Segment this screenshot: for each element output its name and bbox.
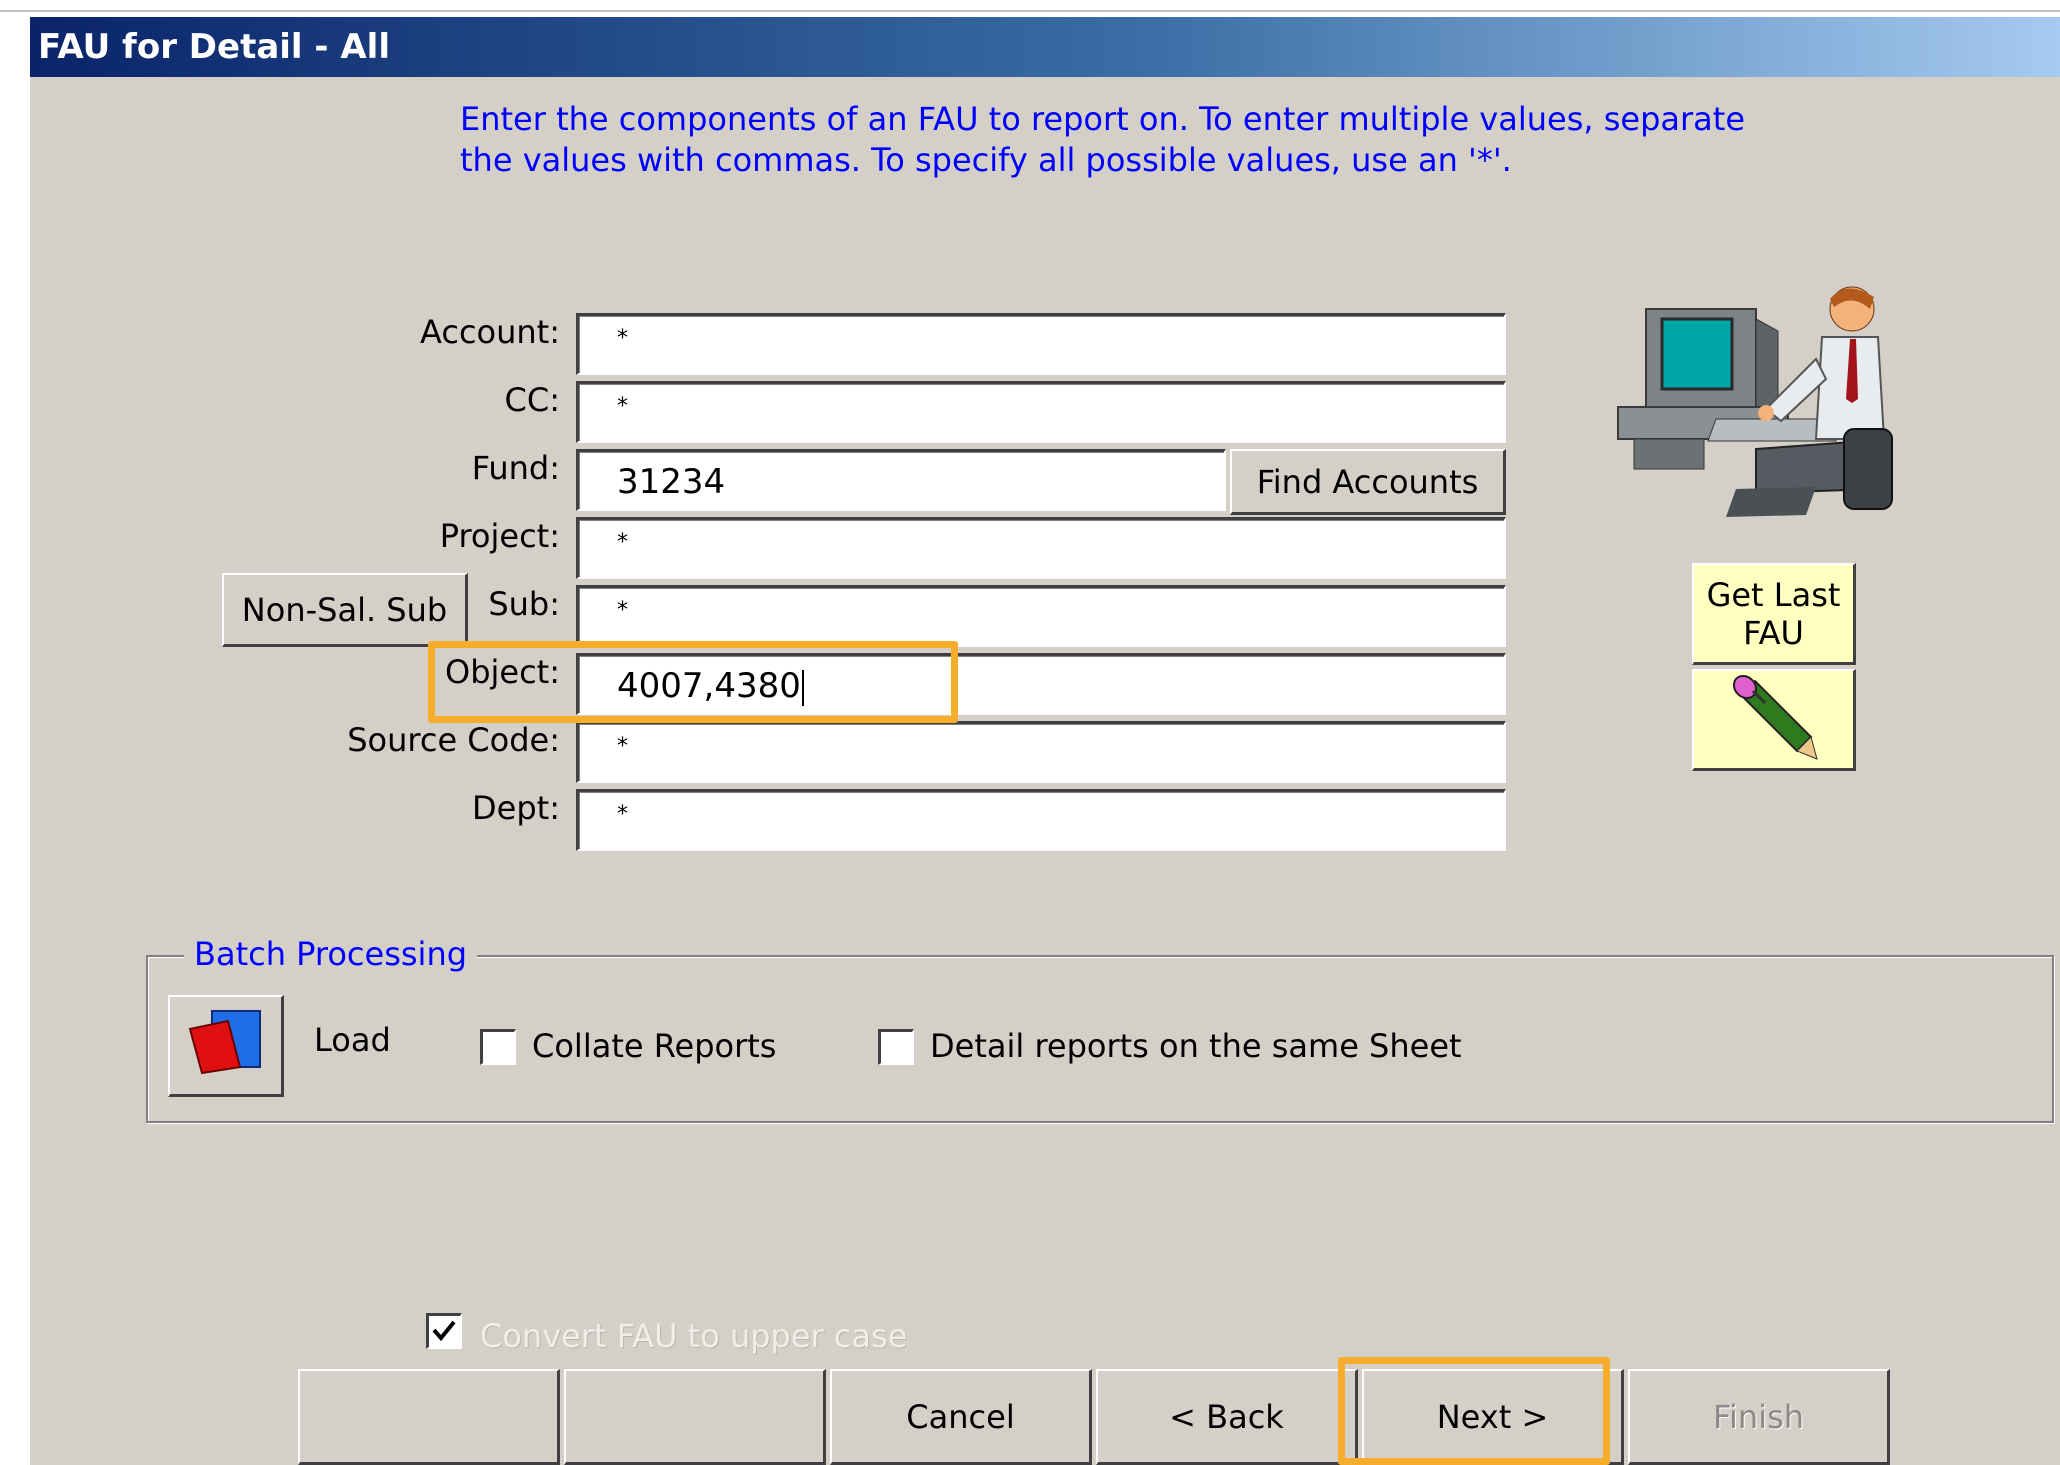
source-code-label: Source Code: — [347, 721, 560, 759]
next-highlight — [1338, 1357, 1610, 1465]
account-input[interactable]: * — [576, 313, 1506, 375]
checkmark-icon — [432, 1320, 456, 1342]
instructions: Enter the components of an FAU to report… — [460, 99, 1745, 181]
back-button[interactable]: < Back — [1096, 1369, 1358, 1465]
open-folder-icon — [188, 1007, 264, 1085]
fund-input[interactable]: 31234 — [576, 449, 1226, 511]
cc-label: CC: — [504, 381, 560, 419]
person-at-computer-icon — [1616, 279, 1906, 529]
non-sal-sub-button[interactable]: Non-Sal. Sub — [222, 573, 468, 647]
blank-button-2[interactable] — [564, 1369, 826, 1465]
window-top-border — [0, 10, 2060, 12]
same-sheet-checkbox[interactable] — [878, 1029, 914, 1065]
same-sheet-label: Detail reports on the same Sheet — [930, 1027, 1462, 1065]
project-label: Project: — [439, 517, 560, 555]
title-bar: FAU for Detail - All — [30, 17, 2060, 77]
fund-label: Fund: — [471, 449, 560, 487]
finish-button[interactable]: Finish — [1628, 1369, 1890, 1465]
instructions-line-1: Enter the components of an FAU to report… — [460, 100, 1745, 138]
get-last-fau-button[interactable]: Get Last FAU — [1692, 563, 1856, 665]
collate-reports-checkbox[interactable] — [480, 1029, 516, 1065]
cancel-button[interactable]: Cancel — [830, 1369, 1092, 1465]
dept-input[interactable]: * — [576, 789, 1506, 851]
get-last-fau-line-2: FAU — [1743, 613, 1804, 652]
account-label: Account: — [420, 313, 560, 351]
collate-reports-label: Collate Reports — [532, 1027, 777, 1065]
blank-button-1[interactable] — [298, 1369, 560, 1465]
object-highlight — [428, 641, 958, 723]
find-accounts-button[interactable]: Find Accounts — [1230, 449, 1506, 515]
cc-input[interactable]: * — [576, 381, 1506, 443]
load-button[interactable] — [168, 995, 284, 1097]
batch-processing-label: Batch Processing — [184, 935, 478, 973]
convert-upper-checkbox[interactable] — [426, 1313, 462, 1349]
source-code-input[interactable]: * — [576, 721, 1506, 783]
sub-label: Sub: — [488, 585, 560, 623]
dept-label: Dept: — [472, 789, 560, 827]
instructions-line-2: the values with commas. To specify all p… — [460, 141, 1512, 179]
project-input[interactable]: * — [576, 517, 1506, 579]
get-last-fau-line-1: Get Last — [1706, 575, 1841, 614]
fau-wizard-dialog: FAU for Detail - All Enter the component… — [30, 16, 2060, 1465]
convert-upper-label: Convert FAU to upper case — [480, 1317, 908, 1355]
sub-input[interactable]: * — [576, 585, 1506, 647]
window-title: FAU for Detail - All — [38, 27, 390, 67]
pencil-button[interactable] — [1692, 669, 1856, 771]
load-label: Load — [314, 1021, 391, 1059]
pencil-icon — [1729, 671, 1819, 769]
